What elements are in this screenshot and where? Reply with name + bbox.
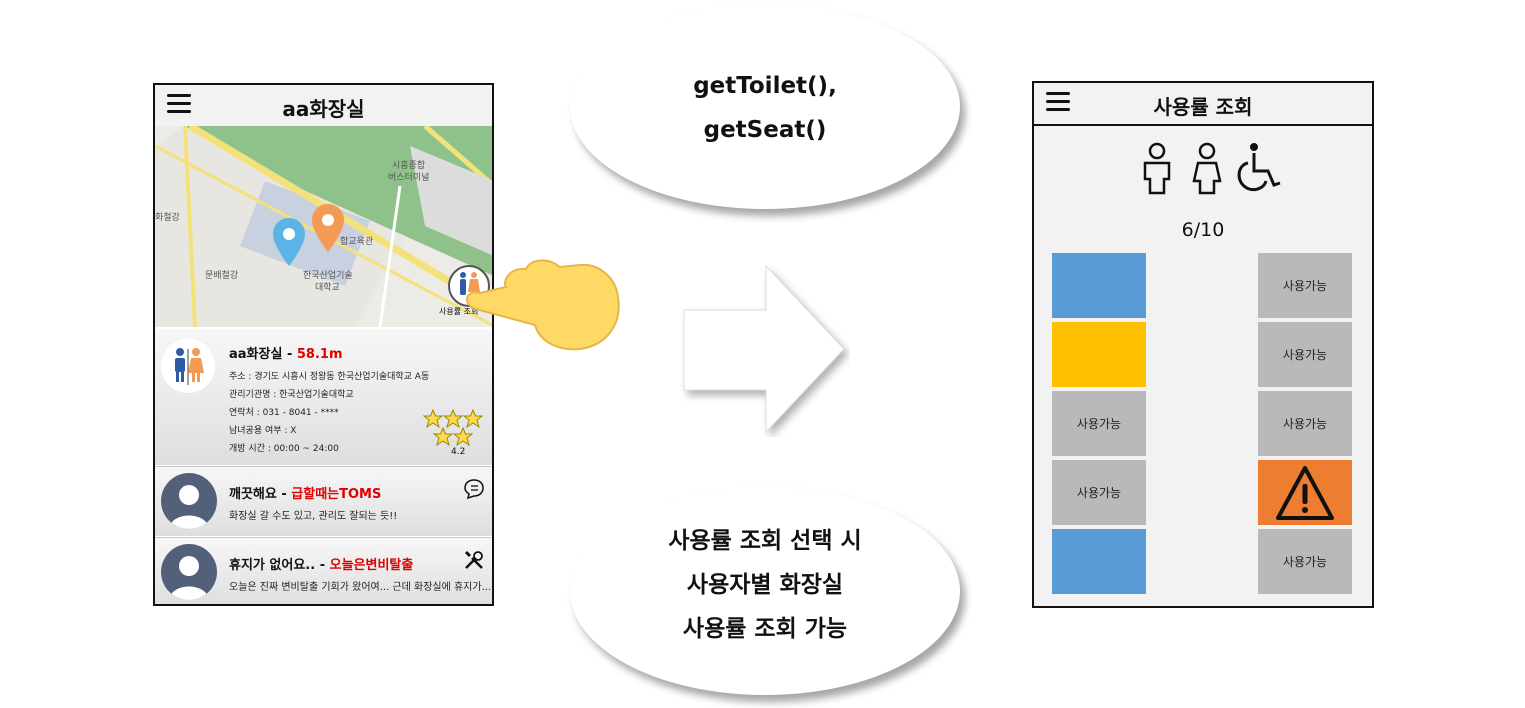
review-body: 오늘은 진짜 변비탈출 기회가 왔어여... 근데 화장실에 휴지가...	[229, 582, 492, 593]
map-label: 화철강	[155, 213, 180, 223]
bubble-line: 사용자별 화장실	[686, 572, 844, 598]
review-user: 오늘은변비탈출	[329, 558, 414, 573]
review-item[interactable]: 깨끗해요 - 급할때는TOMS 화장실 갈 수도 있고, 관리도 잘되는 듯!!	[155, 466, 492, 536]
bubble-line: getSeat()	[703, 117, 827, 143]
stall-warning[interactable]	[1258, 460, 1352, 525]
stall-occupied[interactable]	[1052, 529, 1146, 594]
tools-icon[interactable]	[462, 548, 486, 572]
manager: 관리기관명 : 한국산업기술대학교	[229, 390, 354, 400]
toilet-name-line: aa화장실 - 58.1m	[229, 343, 343, 362]
app-title: aa화장실	[282, 97, 365, 121]
distance: 58.1m	[296, 347, 343, 362]
stall-available[interactable]: 사용가능	[1052, 391, 1146, 456]
api-call-bubble: getToilet(), getSeat()	[570, 4, 960, 209]
stall-available[interactable]: 사용가능	[1052, 460, 1146, 525]
separator: -	[315, 558, 330, 573]
stall-occupied[interactable]	[1052, 253, 1146, 318]
stall-occupied[interactable]	[1052, 322, 1146, 387]
review-body: 화장실 갈 수도 있고, 관리도 잘되는 듯!!	[229, 511, 398, 522]
review-item[interactable]: 휴지가 없어요.. - 오늘은변비탈출 오늘은 진짜 변비탈출 기회가 왔어여.…	[155, 537, 492, 604]
usage-screen: 사용률 조회 6/10 사용가능 사용가능 사용가능 사용가능 사용가능 사용가…	[1032, 81, 1374, 608]
stall-available[interactable]: 사용가능	[1258, 253, 1352, 318]
review-text: 휴지가 없어요..	[229, 558, 316, 573]
rating-value: 4.2	[451, 447, 466, 457]
wheelchair-icon[interactable]	[1234, 141, 1284, 195]
avatar	[161, 544, 217, 600]
unisex-flag: 남녀공용 여부 : X	[229, 426, 297, 436]
description-bubble: 사용률 조회 선택 시 사용자별 화장실 사용률 조회 가능	[570, 487, 960, 695]
female-icon[interactable]	[1184, 141, 1230, 195]
comment-icon[interactable]	[462, 477, 486, 501]
map-pin-icon[interactable]	[271, 216, 307, 268]
app-bar: 사용률 조회	[1034, 83, 1372, 126]
warning-icon	[1276, 465, 1334, 520]
map-pin-icon[interactable]	[310, 202, 346, 254]
restroom-icon	[175, 348, 204, 385]
contact: 연락처 : 031 - 8041 - ****	[229, 408, 339, 418]
stall-available[interactable]: 사용가능	[1258, 322, 1352, 387]
review-title: 휴지가 없어요.. - 오늘은변비탈출	[229, 554, 413, 573]
app-bar: aa화장실	[155, 85, 492, 128]
star-rating-icon	[423, 409, 483, 447]
stall-available[interactable]: 사용가능	[1258, 391, 1352, 456]
avatar	[161, 473, 217, 529]
open-hours: 개방 시간 : 00:00 ~ 24:00	[229, 444, 339, 454]
stall-available[interactable]: 사용가능	[1258, 529, 1352, 594]
review-title: 깨끗해요 - 급할때는TOMS	[229, 483, 381, 502]
bubble-line: 사용률 조회 가능	[682, 616, 848, 642]
separator: -	[276, 487, 292, 502]
restroom-avatar	[161, 339, 215, 393]
map-label: 버스터미널	[388, 173, 430, 183]
male-icon[interactable]	[1134, 141, 1180, 195]
map-label: 문배철강	[205, 271, 239, 281]
review-text: 깨끗해요	[229, 487, 277, 502]
address: 주소 : 경기도 시흥시 정왕동 한국산업기술대학교 A동	[229, 372, 430, 382]
separator: -	[282, 347, 297, 362]
arrow-right-icon	[683, 264, 845, 434]
bubble-line: 사용률 조회 선택 시	[668, 528, 862, 554]
pointing-hand-icon	[466, 259, 620, 351]
map-label: 대학교	[315, 283, 340, 293]
review-user: 급할때는TOMS	[291, 487, 382, 502]
app-title: 사용률 조회	[1153, 95, 1253, 119]
usage-count: 6/10	[1181, 219, 1225, 241]
toilet-name: aa화장실	[229, 347, 283, 362]
bubble-line: getToilet(),	[693, 73, 837, 99]
